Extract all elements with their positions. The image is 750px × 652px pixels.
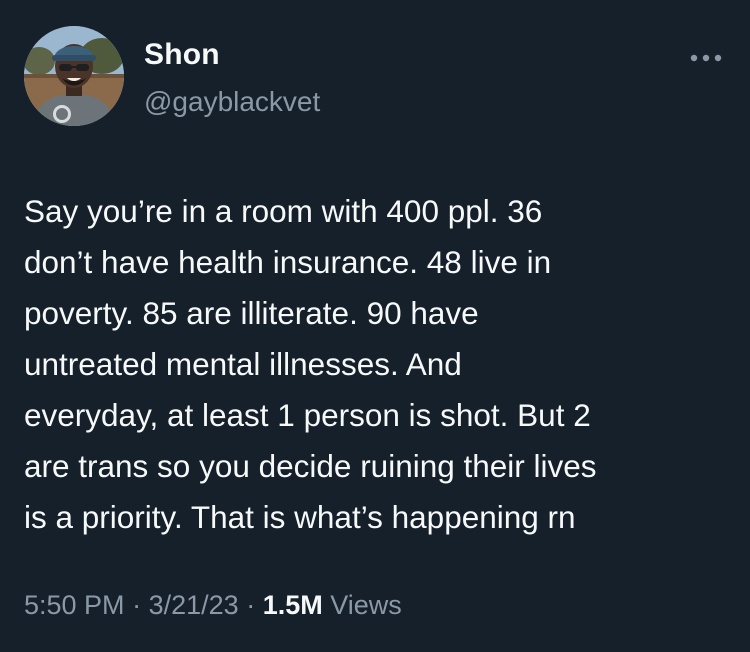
meta-separator: ·	[246, 590, 256, 620]
views-count: 1.5M	[262, 590, 323, 620]
tweet-header: Shon @gayblackvet	[24, 26, 726, 126]
meta-separator: ·	[132, 590, 142, 620]
avatar-image	[24, 26, 124, 126]
tweet-card: Shon @gayblackvet Say you’re in a room w…	[0, 0, 750, 652]
tweet-meta: 5:50 PM · 3/21/23 · 1.5M Views	[24, 590, 402, 621]
author-handle[interactable]: @gayblackvet	[144, 86, 320, 118]
views-label[interactable]: Views	[330, 590, 402, 620]
more-options-button[interactable]	[686, 48, 726, 68]
more-horizontal-icon	[690, 54, 722, 62]
author-name[interactable]: Shon	[144, 38, 220, 72]
avatar[interactable]	[24, 26, 124, 126]
tweet-time[interactable]: 5:50 PM	[24, 590, 125, 620]
tweet-text: Say you’re in a room with 400 ppl. 36 do…	[24, 193, 597, 535]
tweet-date[interactable]: 3/21/23	[149, 590, 239, 620]
